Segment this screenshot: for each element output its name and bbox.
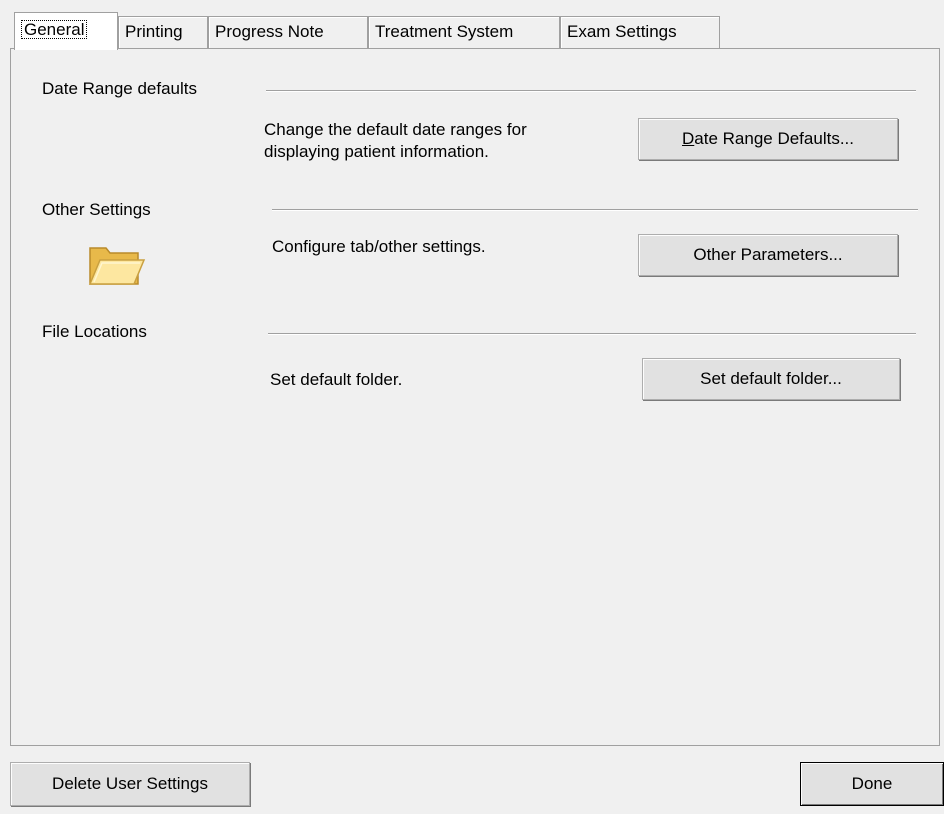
set-default-folder-button[interactable]: Set default folder... — [642, 358, 900, 400]
tab-printing[interactable]: Printing — [118, 16, 208, 48]
tab-general[interactable]: General — [14, 12, 118, 50]
folder-icon — [88, 247, 146, 285]
date-range-separator — [266, 90, 916, 92]
other-settings-separator — [272, 209, 918, 211]
tab-progress-note-label: Progress Note — [215, 22, 324, 41]
file-locations-description: Set default folder. — [270, 370, 403, 389]
tab-general-label: General — [21, 20, 88, 39]
other-parameters-button-label: Other Parameters... — [693, 245, 843, 264]
delete-user-settings-button[interactable]: Delete User Settings — [10, 762, 250, 806]
other-parameters-button[interactable]: Other Parameters... — [638, 234, 898, 276]
set-default-folder-button-label: Set default folder... — [700, 369, 842, 388]
delete-user-settings-label: Delete User Settings — [52, 774, 208, 793]
tab-exam-settings-label: Exam Settings — [567, 22, 677, 41]
tab-treatment-system[interactable]: Treatment System — [368, 16, 560, 48]
date-range-section-title: Date Range defaults — [42, 79, 197, 98]
done-button-label: Done — [851, 774, 893, 793]
date-range-defaults-button[interactable]: Date Range Defaults... — [638, 118, 898, 160]
date-range-button-mnemonic: D — [682, 129, 695, 148]
date-range-description-line2: displaying patient information. — [264, 142, 489, 161]
tab-printing-label: Printing — [125, 22, 183, 41]
tab-strip: General Printing Progress Note Treatment… — [10, 12, 944, 50]
other-settings-section-title: Other Settings — [42, 200, 151, 219]
tab-exam-settings[interactable]: Exam Settings — [560, 16, 720, 48]
file-locations-section-title: File Locations — [42, 322, 147, 341]
file-locations-separator — [268, 333, 916, 335]
date-range-button-label: ate Range Defaults... — [694, 129, 854, 148]
done-button[interactable]: Done — [800, 762, 944, 806]
other-settings-description: Configure tab/other settings. — [272, 237, 486, 256]
tab-treatment-system-label: Treatment System — [375, 22, 514, 41]
tab-progress-note[interactable]: Progress Note — [208, 16, 368, 48]
date-range-description-line1: Change the default date ranges for — [264, 120, 527, 139]
date-range-description: Change the default date ranges for displ… — [264, 119, 527, 163]
